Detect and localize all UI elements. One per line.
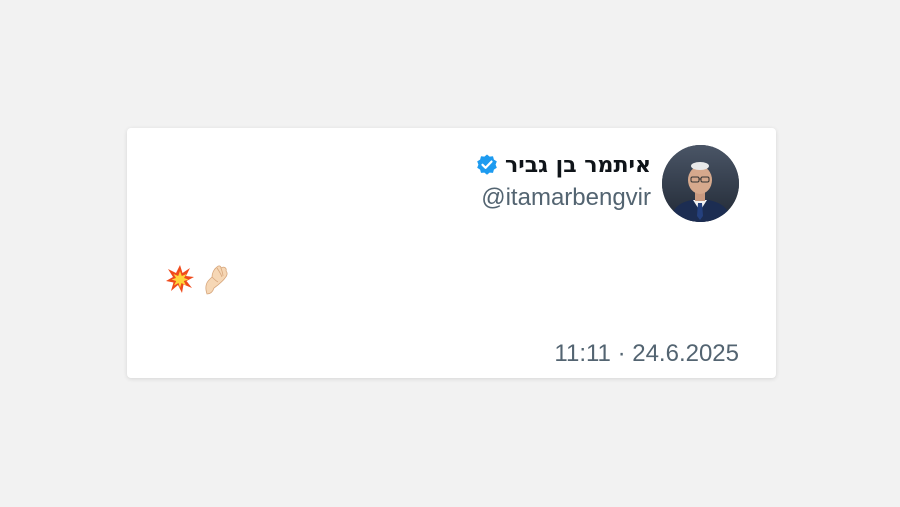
pinched-fingers-emoji-icon xyxy=(201,263,231,300)
avatar[interactable] xyxy=(662,145,739,222)
collision-emoji-icon xyxy=(165,264,195,299)
tweet-body xyxy=(165,264,231,298)
tweet-card: איתמר בן גביר @itamarbengvir 11:11 · 24. xyxy=(127,128,776,378)
verified-badge-icon xyxy=(475,153,499,177)
author-handle[interactable]: @itamarbengvir xyxy=(481,184,651,212)
author-display-name[interactable]: איתמר בן גביר xyxy=(505,153,651,178)
tweet-timestamp[interactable]: 11:11 · 24.6.2025 xyxy=(554,340,739,368)
author-name-row[interactable]: איתמר בן גביר xyxy=(475,150,651,180)
